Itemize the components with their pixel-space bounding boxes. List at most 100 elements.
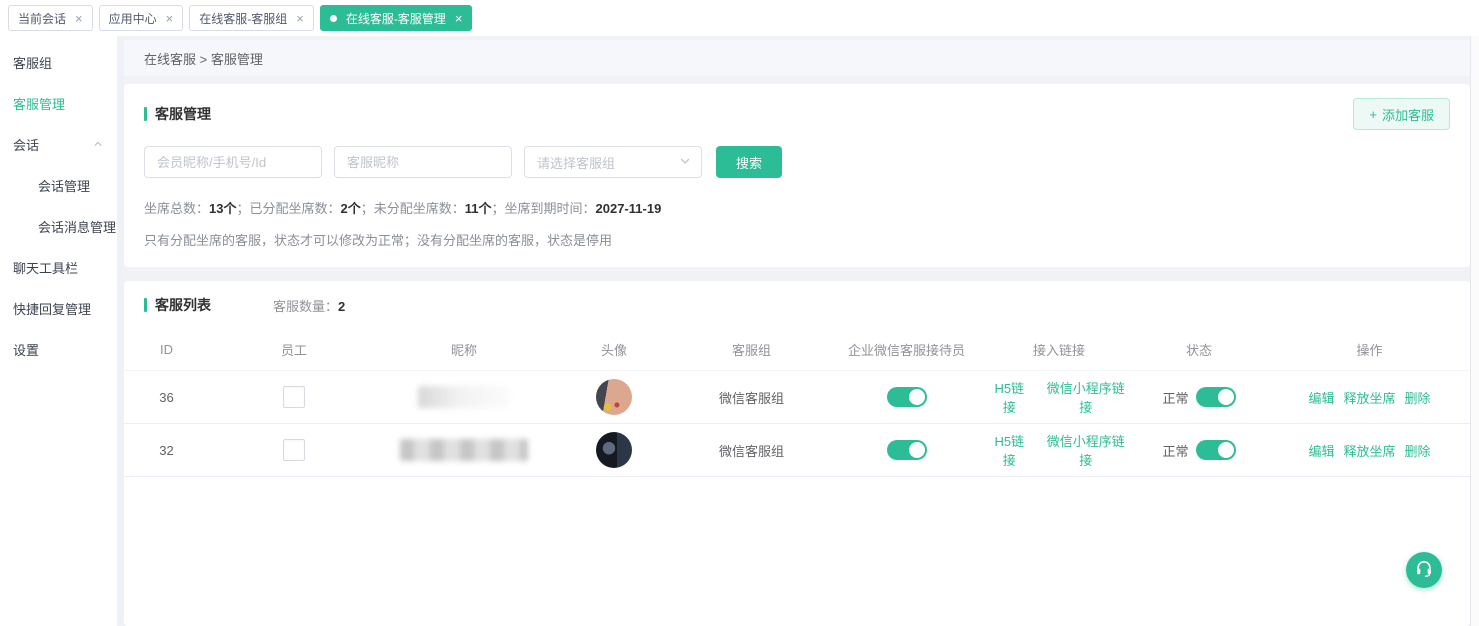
agent-management-panel: 客服管理 + 添加客服 请选择客服组 [124,84,1470,267]
tab-label: 当前会话 [18,10,66,27]
scrollbar[interactable] [1470,36,1479,626]
agent-id: 36 [124,390,209,405]
status-toggle[interactable] [1196,387,1236,407]
table-row: 32 微信客服组 H5链接 微信小程序链接 正常 [124,424,1470,477]
status-label: 正常 [1162,441,1188,460]
agent-group-select[interactable]: 请选择客服组 [524,146,702,178]
sidebar-item-label: 会话 [13,135,39,154]
sidebar-item-settings[interactable]: 设置 [0,329,117,370]
delete-link[interactable]: 删除 [1405,441,1431,460]
tab-label: 应用中心 [109,10,157,27]
breadcrumb: 在线客服 > 客服管理 [124,40,1470,76]
seat-assigned-value: 2个 [341,201,361,216]
close-icon[interactable]: × [166,12,174,25]
col-avatar: 头像 [549,340,679,359]
agent-count: 客服数量：2 [273,296,345,315]
sidebar-item-agent-group[interactable]: 客服组 [0,42,117,83]
tab-app-center[interactable]: 应用中心 × [99,5,184,31]
wework-receptionist-toggle[interactable] [887,387,927,407]
tab-current-session[interactable]: 当前会话 × [8,5,93,31]
chevron-down-icon [679,155,691,170]
employee-checkbox[interactable] [283,386,305,408]
h5-link[interactable]: H5链接 [989,431,1030,469]
tab-label: 在线客服-客服管理 [346,10,446,27]
avatar [596,379,632,415]
status-label: 正常 [1162,388,1188,407]
edit-link[interactable]: 编辑 [1308,441,1334,460]
col-nickname: 昵称 [379,340,549,359]
status-note: 只有分配坐席的客服，状态才可以修改为正常；没有分配坐席的客服，状态是停用 [144,230,1450,249]
delete-link[interactable]: 删除 [1405,388,1431,407]
tab-label: 在线客服-客服组 [199,10,287,27]
close-icon[interactable]: × [75,12,83,25]
release-seat-link[interactable]: 释放坐席 [1343,388,1395,407]
panel-title: 客服管理 [144,104,211,124]
app-root: 当前会话 × 应用中心 × 在线客服-客服组 × 在线客服-客服管理 × 客服组… [0,0,1479,626]
plus-icon: + [1369,107,1377,122]
seat-expiry-value: 2027-11-19 [596,201,662,216]
agent-id: 32 [124,443,209,458]
col-actions: 操作 [1269,340,1470,359]
employee-checkbox[interactable] [283,439,305,461]
agent-group: 微信客服组 [679,441,824,460]
sidebar-item-session[interactable]: 会话 [0,124,117,165]
agent-list-panel: 客服列表 客服数量：2 ID 员工 昵称 头像 客服组 企业微信客服接待员 接入… [124,281,1470,626]
wework-receptionist-toggle[interactable] [887,440,927,460]
col-employee: 员工 [209,340,379,359]
col-access-link: 接入链接 [989,340,1129,359]
status-toggle[interactable] [1196,440,1236,460]
sidebar-gap [117,36,124,626]
sidebar-item-label: 会话管理 [38,176,90,195]
agent-table: ID 员工 昵称 头像 客服组 企业微信客服接待员 接入链接 状态 操作 36 [124,329,1470,477]
headset-icon [1414,558,1434,583]
col-id: ID [124,342,209,357]
release-seat-link[interactable]: 释放坐席 [1343,441,1395,460]
sidebar-item-label: 客服组 [13,53,52,72]
sidebar-item-agent-management[interactable]: 客服管理 [0,83,117,124]
miniprogram-link[interactable]: 微信小程序链接 [1043,378,1130,416]
tab-agent-management[interactable]: 在线客服-客服管理 × [320,5,473,31]
col-status: 状态 [1129,340,1269,359]
sidebar-item-chat-toolbar[interactable]: 聊天工具栏 [0,247,117,288]
list-title: 客服列表 [144,295,211,315]
agent-group: 微信客服组 [679,388,824,407]
agent-count-value: 2 [338,299,345,314]
title-accent-bar [144,107,147,121]
search-bar: 请选择客服组 搜索 [144,146,1450,178]
miniprogram-link[interactable]: 微信小程序链接 [1043,431,1130,469]
sidebar-item-session-message-management[interactable]: 会话消息管理 [0,206,117,247]
sidebar-item-label: 会话消息管理 [38,217,116,236]
sidebar-item-label: 快捷回复管理 [13,299,91,318]
search-button[interactable]: 搜索 [716,146,782,178]
table-row: 36 微信客服组 H5链接 微信小程序链接 正常 [124,371,1470,424]
sidebar-item-label: 客服管理 [13,94,65,113]
redacted-nickname [418,386,510,408]
main-content: 在线客服 > 客服管理 客服管理 + 添加客服 [124,36,1470,626]
sidebar-item-quick-reply-management[interactable]: 快捷回复管理 [0,288,117,329]
title-accent-bar [144,298,147,312]
seat-unassigned-value: 11个 [465,201,492,216]
add-agent-button[interactable]: + 添加客服 [1353,98,1450,130]
sidebar-item-session-management[interactable]: 会话管理 [0,165,117,206]
tab-bar: 当前会话 × 应用中心 × 在线客服-客服组 × 在线客服-客服管理 × [0,0,1479,36]
close-icon[interactable]: × [455,12,463,25]
active-dot-icon [330,15,337,22]
h5-link[interactable]: H5链接 [989,378,1030,416]
redacted-nickname [400,439,528,461]
col-wework-receptionist: 企业微信客服接待员 [824,340,989,359]
chevron-up-icon [93,137,103,152]
member-search-input[interactable] [144,146,322,178]
select-placeholder: 请选择客服组 [537,153,615,172]
tab-agent-group[interactable]: 在线客服-客服组 × [189,5,314,31]
table-header-row: ID 员工 昵称 头像 客服组 企业微信客服接待员 接入链接 状态 操作 [124,329,1470,371]
seat-stats: 坐席总数：13个；已分配坐席数：2个；未分配坐席数：11个；坐席到期时间：202… [144,198,1450,217]
customer-service-float-button[interactable] [1406,552,1442,588]
edit-link[interactable]: 编辑 [1308,388,1334,407]
seat-total-value: 13个 [209,201,236,216]
avatar [596,432,632,468]
agent-nickname-input[interactable] [334,146,512,178]
sidebar-item-label: 聊天工具栏 [13,258,78,277]
sidebar: 客服组 客服管理 会话 会话管理 会话消息管理 聊天工具栏 快捷回复管理 [0,36,117,626]
sidebar-item-label: 设置 [13,340,39,359]
close-icon[interactable]: × [296,12,304,25]
